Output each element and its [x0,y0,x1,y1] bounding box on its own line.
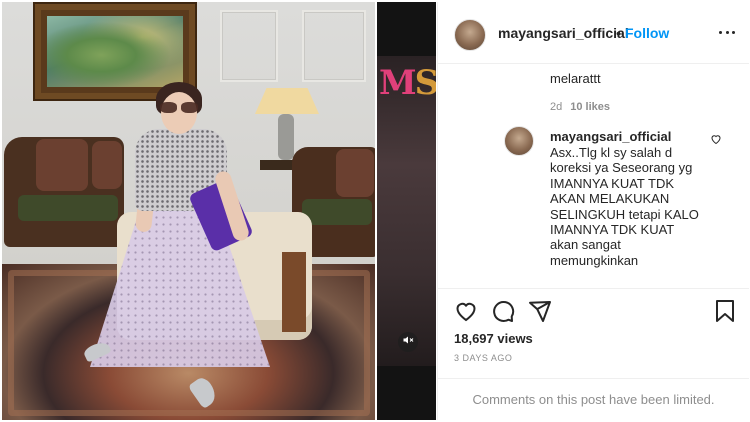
share-icon[interactable] [528,299,552,328]
bookmark-icon[interactable] [714,299,736,328]
lamp-base [278,114,294,160]
reply-age: 2d [550,101,563,113]
lamp [255,88,319,114]
sofa [4,137,124,247]
more-options-icon[interactable] [719,24,735,40]
screenshot-frame: MST mayangsari_official • Follow melarat… [0,0,750,422]
post-side-panel: mayangsari_official • Follow melarattt 2… [437,2,749,420]
comment-icon[interactable] [491,299,515,328]
reply-likes[interactable]: 10 likes [570,101,610,113]
heart-icon[interactable] [454,299,478,328]
comments-limited-notice: Comments on this post have been limited. [438,378,749,420]
previous-reply-meta: 2d 10 likes [550,101,610,113]
comment-username[interactable]: mayangsari_official [550,129,671,144]
follow-button[interactable]: Follow [625,25,669,41]
post-date[interactable]: 3 DAYS AGO [454,353,512,363]
comment-like-heart-icon[interactable] [710,132,722,150]
comment-avatar[interactable] [504,126,534,156]
avatar[interactable] [454,19,486,51]
wall-panel [302,10,366,82]
action-bar: 18,697 views 3 DAYS AGO [438,288,749,378]
muted-speaker-icon [402,333,414,351]
wall-panel [220,10,278,82]
comments-list[interactable]: melarattt 2d 10 likes mayangsari_official… [438,65,749,287]
view-count[interactable]: 18,697 views [454,331,533,346]
mute-button[interactable] [398,332,418,352]
video-logo: MST [379,63,436,103]
comment-text: Asx..Tlg kl sy salah d koreksi ya Seseor… [550,145,699,268]
ottoman-leg [282,252,306,332]
previous-reply-text: melarattt [550,71,601,86]
face [161,92,197,134]
sunglasses [160,102,198,113]
post-photo [2,2,375,420]
header-username[interactable]: mayangsari_official [498,25,629,41]
post-header: mayangsari_official • Follow [438,2,749,64]
separator-dot: • [616,25,621,41]
video-player[interactable]: MST [377,2,436,420]
